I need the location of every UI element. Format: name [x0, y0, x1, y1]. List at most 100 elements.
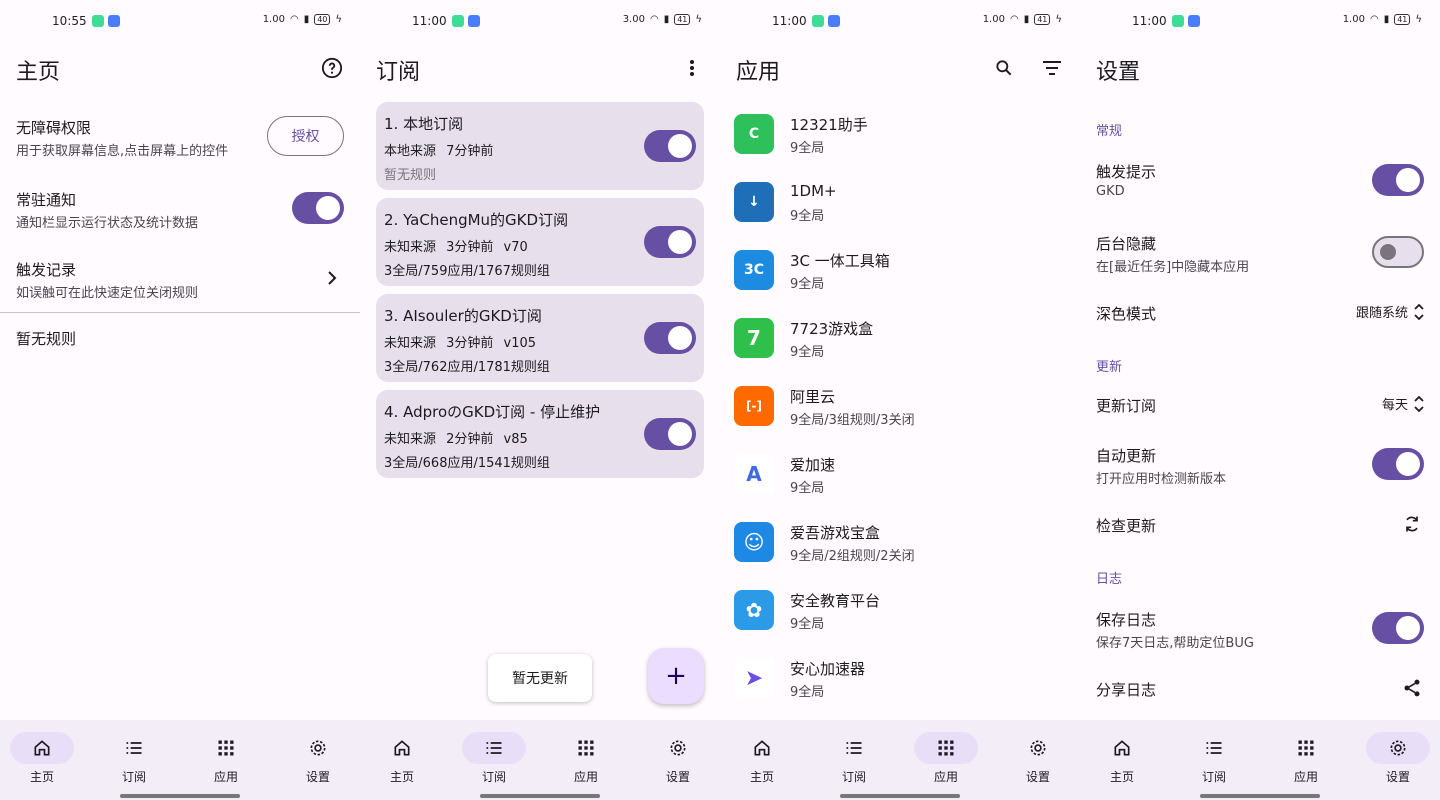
nav-home-label: 主页 [29, 770, 54, 784]
nav-settings[interactable]: 设置 [1366, 732, 1430, 785]
app-notif-icon [468, 15, 480, 27]
share-icon[interactable] [1402, 678, 1422, 702]
app-notif-icon [1188, 15, 1200, 27]
signal-icon: ▮ [1023, 14, 1030, 25]
app-notif-icon [92, 15, 104, 27]
nav-subscriptions[interactable]: 订阅 [1182, 732, 1246, 785]
subscription-meta: 未知来源 3分钟前 v70 [384, 240, 528, 255]
nav-subscriptions[interactable]: 订阅 [102, 732, 166, 785]
subscription-detail: 暂无规则 [384, 168, 437, 183]
nav-subscriptions[interactable]: 订阅 [462, 732, 526, 785]
subscription-toggle[interactable] [644, 418, 696, 450]
nav-home[interactable]: 主页 [10, 732, 74, 785]
list-item[interactable]: 7 7723游戏盒 9全局 [734, 318, 1066, 386]
nav-apps-label: 应用 [573, 770, 598, 784]
subscription-toggle[interactable] [644, 322, 696, 354]
section-log: 日志 [1096, 572, 1123, 587]
nav-apps[interactable]: 应用 [194, 732, 258, 785]
refresh-icon[interactable] [1402, 514, 1422, 538]
nav-subs-label: 订阅 [1201, 770, 1226, 784]
nav-settings[interactable]: 设置 [286, 732, 350, 785]
subscription-detail: 3全局/668应用/1541规则组 [384, 456, 550, 471]
signal-icon: ▮ [303, 14, 310, 25]
nav-home[interactable]: 主页 [1090, 732, 1154, 785]
wifi-icon: ◠ [1009, 14, 1019, 25]
trigger-log-desc: 如误触可在此快速定位关闭规则 [16, 286, 199, 301]
app-icon: C [734, 114, 774, 154]
trigger-tip-toggle[interactable] [1372, 164, 1424, 196]
list-item[interactable]: ➤ 安心加速器 9全局 [734, 658, 1066, 726]
gear-icon [286, 732, 350, 764]
subscription-toggle[interactable] [644, 226, 696, 258]
charging-icon: ϟ [335, 14, 342, 25]
top-app-bar: 设置 [1080, 48, 1440, 88]
trigger-log-row[interactable]: 触发记录 如误触可在此快速定位关闭规则 [16, 259, 344, 301]
subscription-card[interactable]: 4. AdproのGKD订阅 - 停止维护 未知来源 2分钟前 v85 3全局/… [376, 390, 704, 478]
list-item[interactable]: ☺ 爱吾游戏宝盒 9全局/2组规则/2关闭 [734, 522, 1066, 590]
list-item[interactable]: A 爱加速 9全局 [734, 454, 1066, 522]
subscription-card[interactable]: 2. YaChengMu的GKD订阅 未知来源 3分钟前 v70 3全局/759… [376, 198, 704, 286]
list-item[interactable]: 3C 3C 一体工具箱 9全局 [734, 250, 1066, 318]
app-icon: ➤ [734, 658, 774, 698]
setting-title: 更新订阅 [1096, 397, 1157, 415]
nav-home[interactable]: 主页 [370, 732, 434, 785]
dark-mode-value: 跟随系统 [1355, 306, 1408, 321]
authorize-button[interactable]: 授权 [267, 116, 344, 156]
nav-subs-label: 订阅 [121, 770, 146, 784]
list-item[interactable]: C 12321助手 9全局 [734, 114, 1066, 182]
charging-icon: ϟ [1055, 14, 1062, 25]
auto-update-toggle[interactable] [1372, 448, 1424, 480]
app-notif-icon [812, 15, 824, 27]
more-vert-icon[interactable] [680, 56, 704, 80]
save-log-toggle[interactable] [1372, 612, 1424, 644]
dark-mode-select[interactable]: 跟随系统 [1356, 302, 1424, 321]
bottom-navigation: 主页 订阅 应用 设置 [1080, 720, 1440, 800]
app-rule-summary: 9全局 [790, 209, 825, 224]
bottom-navigation: 主页 订阅 应用 设置 [720, 720, 1080, 800]
charging-icon: ϟ [695, 14, 702, 25]
bottom-navigation: 主页 订阅 应用 设置 [360, 720, 720, 800]
hide-recent-toggle[interactable] [1372, 236, 1424, 268]
notification-toggle[interactable] [292, 192, 344, 224]
wifi-icon: ◠ [289, 14, 299, 25]
subscription-card[interactable]: 3. AIsouler的GKD订阅 未知来源 3分钟前 v105 3全局/762… [376, 294, 704, 382]
page-title: 订阅 [376, 60, 421, 85]
gear-icon [1366, 732, 1430, 764]
net-speed: 1.00 [262, 14, 285, 25]
update-subs-select[interactable]: 每天 [1382, 394, 1424, 413]
add-subscription-button[interactable]: + [648, 648, 704, 704]
nav-apps[interactable]: 应用 [914, 732, 978, 785]
signal-icon: ▮ [663, 14, 670, 25]
nav-settings[interactable]: 设置 [1006, 732, 1070, 785]
subscription-name: 2. YaChengMu的GKD订阅 [384, 211, 569, 229]
sort-icon[interactable] [1040, 56, 1064, 80]
help-icon[interactable] [320, 56, 344, 80]
list-item[interactable]: ↓ 1DM+ 9全局 [734, 182, 1066, 250]
search-icon[interactable] [992, 56, 1016, 80]
list-item[interactable]: ✿ 安全教育平台 9全局 [734, 590, 1066, 658]
app-icon: ☺ [734, 522, 774, 562]
subscription-toggle[interactable] [644, 130, 696, 162]
page-title: 主页 [16, 60, 61, 85]
nav-home[interactable]: 主页 [730, 732, 794, 785]
app-rule-summary: 9全局 [790, 345, 825, 360]
nav-apps-label: 应用 [933, 770, 958, 784]
check-update-setting[interactable]: 检查更新 [1096, 515, 1424, 536]
app-name: 7723游戏盒 [790, 320, 874, 338]
nav-subscriptions[interactable]: 订阅 [822, 732, 886, 785]
page-title: 设置 [1096, 60, 1141, 85]
nav-apps-label: 应用 [213, 770, 238, 784]
nav-apps[interactable]: 应用 [1274, 732, 1338, 785]
gear-icon [1006, 732, 1070, 764]
nav-settings[interactable]: 设置 [646, 732, 710, 785]
subscription-card[interactable]: 1. 本地订阅 本地来源 7分钟前 暂无规则 [376, 102, 704, 190]
app-rule-summary: 9全局 [790, 277, 825, 292]
update-subs-setting[interactable]: 更新订阅 [1096, 395, 1424, 416]
subscription-meta: 未知来源 3分钟前 v105 [384, 336, 537, 351]
nav-apps[interactable]: 应用 [554, 732, 618, 785]
gesture-handle [1200, 794, 1320, 798]
home-icon [1090, 732, 1154, 764]
share-log-setting[interactable]: 分享日志 [1096, 679, 1424, 700]
list-item[interactable]: [-] 阿里云 9全局/3组规则/3关闭 [734, 386, 1066, 454]
app-icon: [-] [734, 386, 774, 426]
